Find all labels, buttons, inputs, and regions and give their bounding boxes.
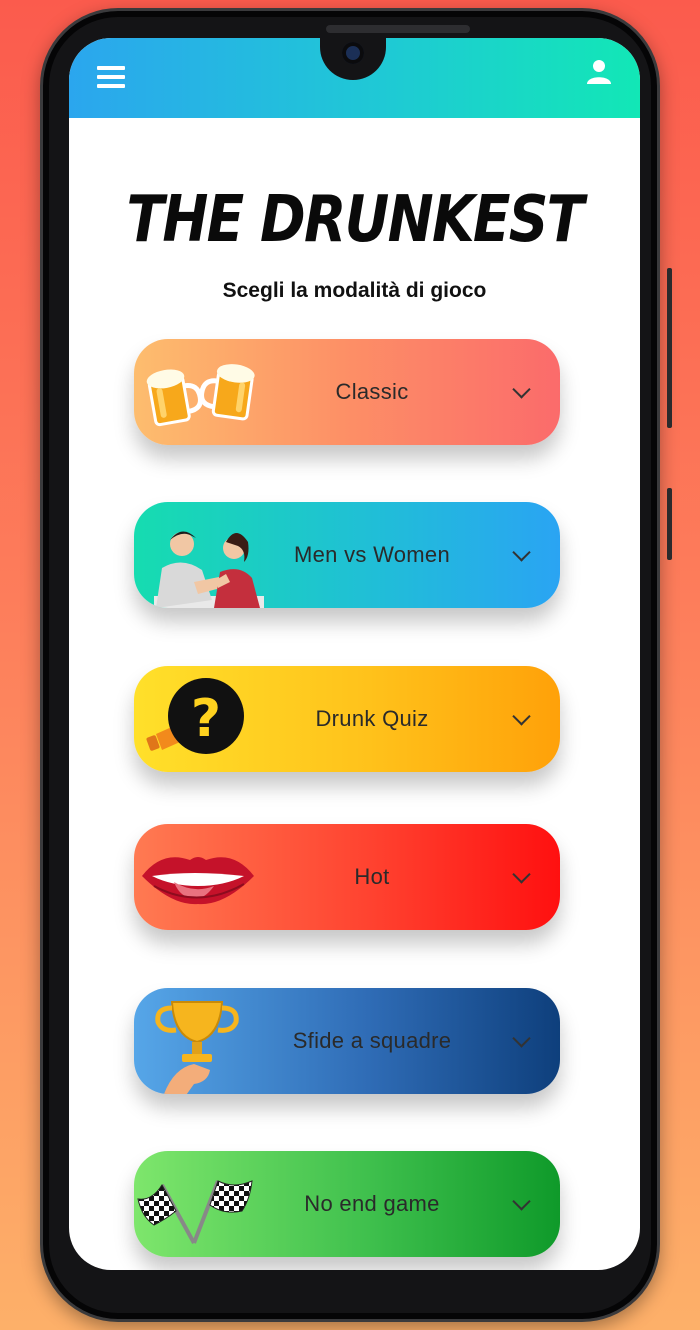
power-button: [667, 488, 672, 560]
mode-subtitle: Scegli la modalità di gioco: [222, 279, 487, 302]
mode-no-end-game-button[interactable]: No end game: [134, 1151, 560, 1257]
svg-text:?: ?: [191, 689, 221, 749]
front-camera: [342, 42, 364, 64]
app-title: THE DRUNKEST: [126, 183, 585, 257]
mode-drunk-quiz-button[interactable]: ? Drunk Quiz: [134, 666, 560, 772]
mode-men-vs-women-label: Men vs Women: [293, 542, 451, 567]
mode-classic-button[interactable]: Classic: [134, 339, 560, 445]
speaker-grille: [326, 25, 470, 33]
app-screen: THE DRUNKEST Scegli la modalità di gioco…: [69, 38, 640, 1270]
mode-sfide-a-squadre-button[interactable]: Sfide a squadre: [134, 988, 560, 1094]
mode-no-end-game-label: No end game: [304, 1191, 440, 1216]
mode-hot-label: Hot: [354, 864, 390, 889]
chevron-down-icon[interactable]: [512, 1192, 531, 1211]
mode-classic-label: Classic: [335, 379, 409, 404]
chevron-down-icon[interactable]: [512, 543, 531, 562]
chevron-down-icon[interactable]: [512, 380, 531, 399]
mode-drunk-quiz-label: Drunk Quiz: [315, 706, 429, 731]
mode-hot-button[interactable]: Hot: [134, 824, 560, 930]
mode-sfide-a-squadre-label: Sfide a squadre: [292, 1028, 452, 1053]
hamburger-menu-icon[interactable]: [97, 66, 125, 88]
chevron-down-icon[interactable]: [512, 865, 531, 884]
user-icon[interactable]: [585, 58, 613, 86]
mode-men-vs-women-button[interactable]: Men vs Women: [134, 502, 560, 608]
chevron-down-icon[interactable]: [512, 1029, 531, 1048]
volume-button: [667, 268, 672, 428]
chevron-down-icon[interactable]: [512, 707, 531, 726]
